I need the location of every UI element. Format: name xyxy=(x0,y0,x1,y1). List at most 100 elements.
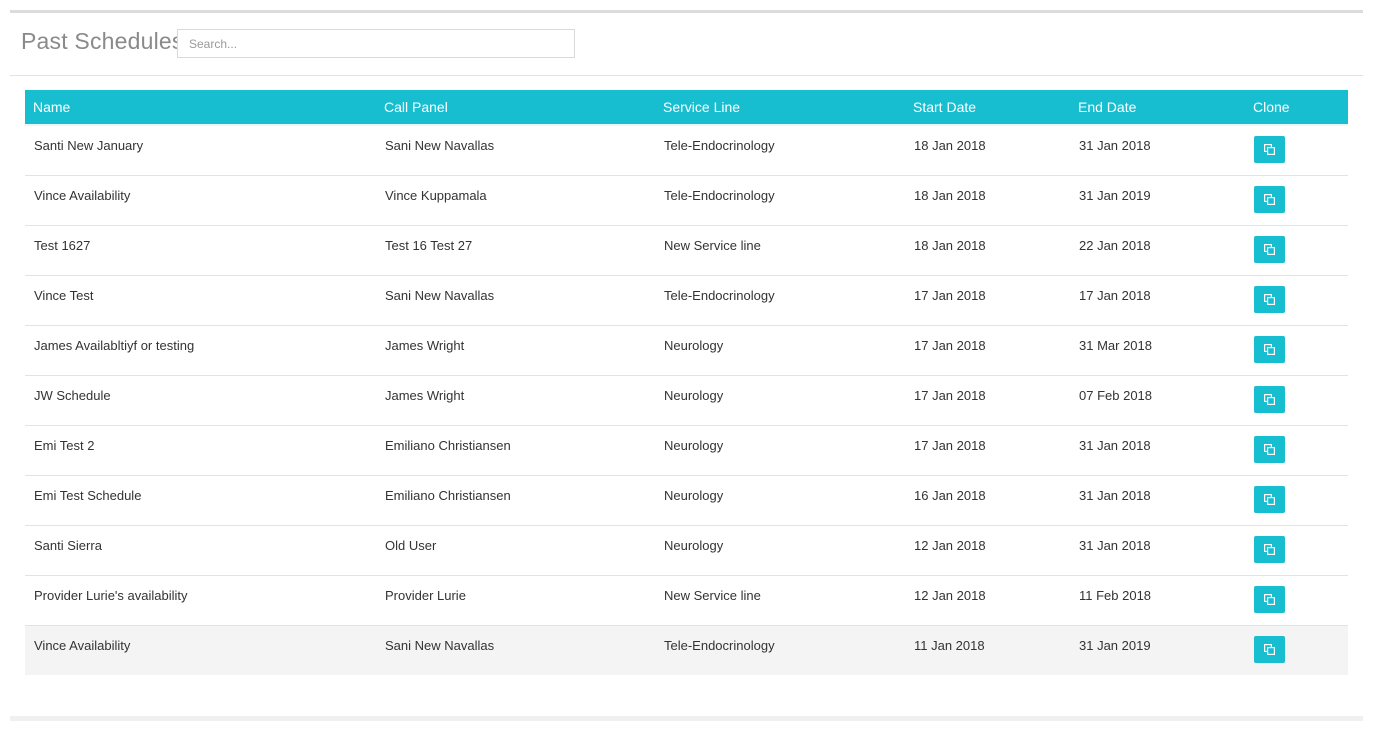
table-row[interactable]: Test 1627 Test 16 Test 27 New Service line… xyxy=(25,225,1348,275)
copy-icon xyxy=(1264,144,1275,155)
table-row[interactable]: JW Schedule James Wright Neurology 17 Jan 2… xyxy=(25,375,1348,425)
clone-button[interactable] xyxy=(1254,185,1285,213)
schedules-table-container: Name Call Panel Service Line Start Date … xyxy=(25,90,1348,675)
cell-start-date: 18 Jan 2018 xyxy=(914,187,986,203)
cell-service-line: New Service line xyxy=(664,587,761,603)
table-row[interactable]: Vince Test Sani New Navallas Tele-Endocrin… xyxy=(25,275,1348,325)
cell-start-date: 17 Jan 2018 xyxy=(914,387,986,403)
cell-service-line: Tele-Endocrinology xyxy=(664,637,775,653)
cell-start-date: 17 Jan 2018 xyxy=(914,337,986,353)
cell-end-date: 31 Jan 2018 xyxy=(1079,537,1151,553)
clone-button[interactable] xyxy=(1254,136,1285,163)
cell-start-date: 12 Jan 2018 xyxy=(914,537,986,553)
cell-clone xyxy=(1245,475,1348,525)
past-schedules-page: Past Schedules Name Call Panel Service L… xyxy=(0,0,1373,732)
cell-clone xyxy=(1245,125,1348,175)
clone-button[interactable] xyxy=(1254,535,1285,563)
cell-clone xyxy=(1245,275,1348,325)
cell-clone xyxy=(1245,575,1348,625)
clone-button[interactable] xyxy=(1254,285,1285,313)
cell-service-line: Neurology xyxy=(664,537,724,553)
column-header-name[interactable]: Name xyxy=(25,90,376,126)
cell-service-line: Neurology xyxy=(664,487,724,503)
table-row[interactable]: James Availabltiyf or testing James Wrigh… xyxy=(25,325,1348,375)
copy-icon xyxy=(1264,393,1275,405)
cell-end-date: 31 Jan 2018 xyxy=(1079,487,1151,503)
cell-end-date: 31 Jan 2019 xyxy=(1079,187,1151,203)
cell-call-panel: James Wright xyxy=(385,337,465,353)
cell-name: Vince Test xyxy=(34,287,94,303)
cell-end-date: 22 Jan 2018 xyxy=(1079,237,1151,253)
cell-service-line: Neurology xyxy=(664,337,724,353)
cell-end-date: 17 Jan 2018 xyxy=(1079,287,1151,303)
cell-start-date: 17 Jan 2018 xyxy=(914,437,986,453)
cell-clone xyxy=(1245,225,1348,275)
cell-start-date: 11 Jan 2018 xyxy=(914,637,985,653)
top-divider xyxy=(10,10,1363,13)
cell-name: Test 1627 xyxy=(34,237,91,253)
clone-button[interactable] xyxy=(1254,585,1285,613)
cell-service-line: Neurology xyxy=(664,387,724,403)
cell-name: Santi New January xyxy=(34,138,144,153)
clone-button[interactable] xyxy=(1254,235,1285,263)
table-header-row: Name Call Panel Service Line Start Date … xyxy=(25,90,1348,126)
cell-call-panel: Old User xyxy=(385,537,437,553)
table-row[interactable]: Emi Test Schedule Emiliano Christiansen Ne… xyxy=(25,475,1348,525)
table-row[interactable]: Santi Sierra Old User Neurology 12 Jan 2018… xyxy=(25,525,1348,575)
cell-name: Santi Sierra xyxy=(34,537,102,553)
copy-icon xyxy=(1264,443,1275,455)
table-row[interactable]: Vince Availability Sani New Navallas Tele-… xyxy=(25,625,1348,675)
table-body: Santi New January Sani New Navallas Tele-E… xyxy=(25,125,1348,675)
cell-end-date: 11 Feb 2018 xyxy=(1079,587,1152,603)
cell-end-date: 07 Feb 2018 xyxy=(1079,387,1153,403)
clone-button[interactable] xyxy=(1254,335,1285,363)
column-header-service-line[interactable]: Service Line xyxy=(655,90,905,126)
clone-button[interactable] xyxy=(1254,635,1285,663)
cell-call-panel: Provider Lurie xyxy=(385,587,466,603)
bottom-divider xyxy=(10,716,1363,721)
copy-icon xyxy=(1264,493,1275,505)
copy-icon xyxy=(1264,243,1275,255)
table-row[interactable]: Santi New January Sani New Navallas Tele-E… xyxy=(25,125,1348,175)
cell-start-date: 18 Jan 2018 xyxy=(914,138,986,153)
cell-name: Emi Test 2 xyxy=(34,437,95,453)
cell-clone xyxy=(1245,525,1348,575)
search-input[interactable] xyxy=(178,30,574,57)
cell-call-panel: Emiliano Christiansen xyxy=(385,487,511,503)
clone-button[interactable] xyxy=(1254,385,1285,413)
page-title: Past Schedules xyxy=(21,28,184,54)
cell-name: JW Schedule xyxy=(34,387,111,403)
copy-icon xyxy=(1264,343,1275,355)
cell-service-line: New Service line xyxy=(664,237,761,253)
copy-icon xyxy=(1264,593,1275,605)
copy-icon xyxy=(1264,543,1275,555)
table-row[interactable]: Vince Availability Vince Kuppamala Tele-En… xyxy=(25,175,1348,225)
table-row[interactable]: Emi Test 2 Emiliano Christiansen Neurology… xyxy=(25,425,1348,475)
clone-button[interactable] xyxy=(1254,435,1285,463)
column-header-clone: Clone xyxy=(1245,90,1348,126)
cell-start-date: 16 Jan 2018 xyxy=(914,487,986,503)
cell-call-panel: Sani New Navallas xyxy=(385,138,495,153)
column-header-call-panel[interactable]: Call Panel xyxy=(376,90,655,126)
clone-button[interactable] xyxy=(1254,485,1285,513)
copy-icon xyxy=(1264,643,1275,655)
schedules-table: Name Call Panel Service Line Start Date … xyxy=(25,90,1348,675)
cell-clone xyxy=(1245,325,1348,375)
column-header-start-date[interactable]: Start Date xyxy=(905,90,1070,126)
cell-clone xyxy=(1245,425,1348,475)
table-row[interactable]: Provider Lurie's availability Provider Lu… xyxy=(25,575,1348,625)
copy-icon xyxy=(1264,293,1275,305)
column-header-end-date[interactable]: End Date xyxy=(1070,90,1245,126)
cell-name: Emi Test Schedule xyxy=(34,487,142,503)
cell-end-date: 31 Jan 2018 xyxy=(1079,138,1151,153)
cell-clone xyxy=(1245,625,1348,675)
cell-call-panel: James Wright xyxy=(385,387,465,403)
search-box[interactable] xyxy=(177,29,575,58)
cell-service-line: Neurology xyxy=(664,437,724,453)
cell-start-date: 17 Jan 2018 xyxy=(914,287,986,303)
cell-call-panel: Sani New Navallas xyxy=(385,637,495,653)
copy-icon xyxy=(1264,193,1275,205)
cell-call-panel: Sani New Navallas xyxy=(385,287,495,303)
cell-service-line: Tele-Endocrinology xyxy=(664,138,775,153)
cell-name: Vince Availability xyxy=(34,187,131,203)
